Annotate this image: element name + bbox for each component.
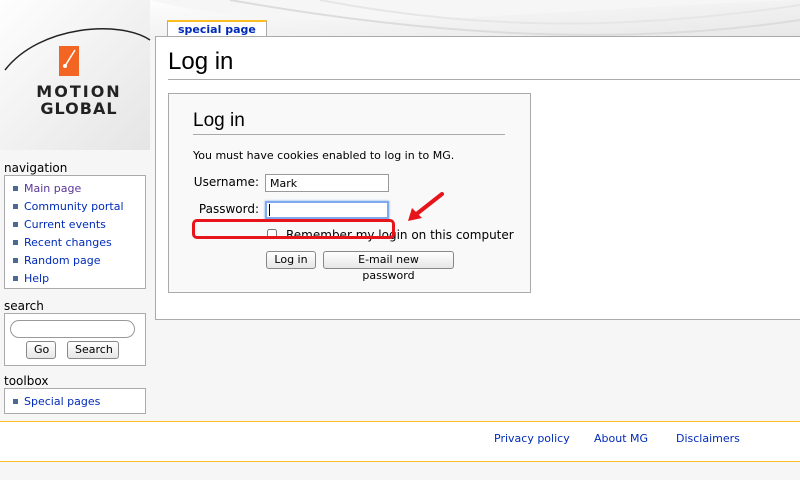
nav-item-random-page[interactable]: Random page [13, 254, 101, 267]
login-heading-divider [193, 134, 505, 135]
bullet-icon [13, 276, 18, 281]
login-button[interactable]: Log in [266, 251, 316, 269]
nav-item-label: Main page [24, 182, 82, 195]
logo-mark-icon [59, 46, 79, 76]
bullet-icon [13, 186, 18, 191]
nav-item-community-portal[interactable]: Community portal [13, 200, 124, 213]
nav-item-label: Help [24, 272, 50, 285]
nav-item-label: Community portal [24, 200, 124, 213]
nav-item-label: Random page [24, 254, 101, 267]
username-label: Username: [193, 175, 259, 189]
go-button[interactable]: Go [26, 341, 56, 359]
bullet-icon [13, 240, 18, 245]
footer-link-about[interactable]: About MG [594, 432, 648, 445]
bullet-icon [13, 258, 18, 263]
bullet-icon [13, 204, 18, 209]
annotation-arrow-icon [408, 192, 444, 221]
text-caret [269, 204, 270, 216]
password-label: Password: [198, 202, 259, 216]
nav-item-current-events[interactable]: Current events [13, 218, 106, 231]
navigation-heading: navigation [4, 161, 68, 175]
nav-item-label: Current events [24, 218, 106, 231]
toolbox-heading: toolbox [4, 374, 49, 388]
login-heading: Log in [193, 110, 245, 131]
search-heading: search [4, 299, 44, 313]
email-password-button[interactable]: E-mail new password [323, 251, 454, 282]
password-field[interactable] [265, 201, 389, 219]
page-title: Log in [168, 48, 234, 75]
bullet-icon [13, 222, 18, 227]
title-divider [168, 79, 800, 80]
nav-item-recent-changes[interactable]: Recent changes [13, 236, 112, 249]
toolbox-item-label: Special pages [24, 395, 101, 408]
annotation-highlight-box [192, 219, 395, 239]
footer-link-disclaimers[interactable]: Disclaimers [676, 432, 740, 445]
logo-text-line2: GLOBAL [40, 99, 118, 118]
toolbox-portlet: Special pages [4, 388, 146, 414]
nav-item-label: Recent changes [24, 236, 112, 249]
nav-item-help[interactable]: Help [13, 272, 50, 285]
navigation-portlet: Main page Community portal Current event… [4, 175, 146, 289]
footer-link-privacy-policy[interactable]: Privacy policy [494, 432, 570, 445]
toolbox-item-special-pages[interactable]: Special pages [13, 395, 101, 408]
username-field[interactable] [265, 174, 389, 192]
search-button[interactable]: Search [67, 341, 119, 359]
cookie-note: You must have cookies enabled to log in … [193, 149, 455, 162]
search-input[interactable] [10, 320, 135, 338]
nav-item-main-page[interactable]: Main page [13, 182, 82, 195]
bullet-icon [13, 399, 18, 404]
